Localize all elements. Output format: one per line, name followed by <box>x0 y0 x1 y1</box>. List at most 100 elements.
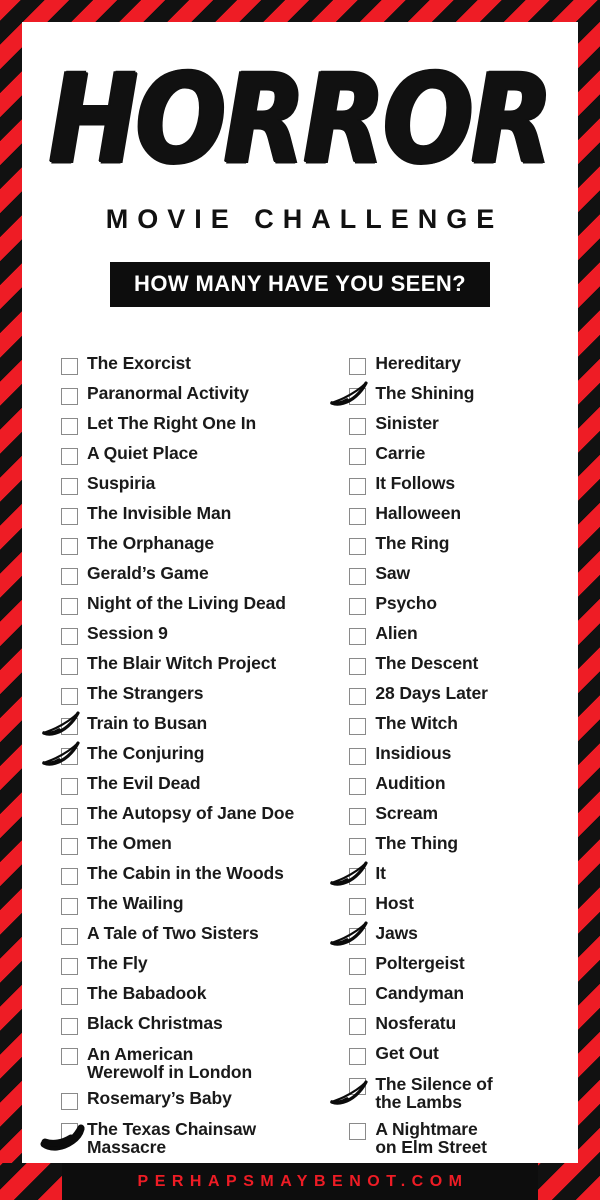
checklist-item[interactable]: Paranormal Activity <box>61 382 310 412</box>
checklist-item[interactable]: Candyman <box>349 982 578 1012</box>
checkbox-unchecked[interactable] <box>349 568 367 585</box>
checklist-item[interactable]: Nosferatu <box>349 1012 578 1042</box>
checklist-item[interactable]: The Descent <box>349 652 578 682</box>
checkbox-checked[interactable] <box>61 1123 78 1140</box>
checklist-item[interactable]: Audition <box>349 772 578 802</box>
checkbox-unchecked[interactable] <box>61 958 78 975</box>
checklist-item[interactable]: The Strangers <box>61 682 310 712</box>
checkbox-unchecked[interactable] <box>349 718 367 735</box>
checklist-item[interactable]: Psycho <box>349 592 578 622</box>
checkbox-unchecked[interactable] <box>61 838 78 855</box>
checkbox-unchecked[interactable] <box>61 988 78 1005</box>
checkbox-checked[interactable] <box>349 928 367 945</box>
checklist-item[interactable]: Jaws <box>330 921 578 952</box>
checkbox-unchecked[interactable] <box>61 658 78 675</box>
checklist-item[interactable]: The Wailing <box>61 892 310 922</box>
checkbox-unchecked[interactable] <box>61 778 78 795</box>
checklist-item[interactable]: Session 9 <box>61 622 310 652</box>
checkbox-unchecked[interactable] <box>349 688 367 705</box>
checklist-item[interactable]: The Exorcist <box>61 352 310 382</box>
checklist-item[interactable]: Scream <box>349 802 578 832</box>
checklist-item[interactable]: The Omen <box>61 832 310 862</box>
checkbox-unchecked[interactable] <box>61 928 78 945</box>
checkbox-unchecked[interactable] <box>61 418 78 435</box>
checklist-item[interactable]: Carrie <box>349 442 578 472</box>
checkbox-unchecked[interactable] <box>61 688 78 705</box>
checklist-item[interactable]: The Ring <box>349 532 578 562</box>
checkbox-unchecked[interactable] <box>61 538 78 555</box>
checkbox-unchecked[interactable] <box>349 628 367 645</box>
checklist-item[interactable]: Suspiria <box>61 472 310 502</box>
checklist-item[interactable]: A Quiet Place <box>61 442 310 472</box>
checklist-item[interactable]: Sinister <box>349 412 578 442</box>
checkbox-checked[interactable] <box>349 868 367 885</box>
checkbox-unchecked[interactable] <box>349 1018 367 1035</box>
checkbox-unchecked[interactable] <box>61 1048 78 1065</box>
checkbox-checked[interactable] <box>349 388 367 405</box>
checkbox-unchecked[interactable] <box>61 1018 78 1035</box>
checkbox-unchecked[interactable] <box>349 988 367 1005</box>
checkbox-unchecked[interactable] <box>61 388 78 405</box>
checklist-item[interactable]: Hereditary <box>349 352 578 382</box>
checkbox-unchecked[interactable] <box>61 1093 78 1110</box>
checklist-item[interactable]: Get Out <box>349 1042 578 1072</box>
checklist-item[interactable]: Let The Right One In <box>61 412 310 442</box>
checklist-item[interactable]: The Babadook <box>61 982 310 1012</box>
checklist-item[interactable]: 28 Days Later <box>349 682 578 712</box>
checklist-item[interactable]: Rosemary’s Baby <box>61 1087 310 1117</box>
checkbox-unchecked[interactable] <box>349 598 367 615</box>
checklist-item[interactable]: A Nightmare on Elm Street <box>349 1117 578 1162</box>
checkbox-unchecked[interactable] <box>349 778 367 795</box>
checkbox-unchecked[interactable] <box>61 628 78 645</box>
checklist-item[interactable]: The Invisible Man <box>61 502 310 532</box>
checklist-item[interactable]: The Silence of the Lambs <box>330 1072 578 1117</box>
checkbox-unchecked[interactable] <box>349 478 367 495</box>
checkbox-checked[interactable] <box>61 748 78 765</box>
checklist-item[interactable]: The Orphanage <box>61 532 310 562</box>
checklist-item[interactable]: The Autopsy of Jane Doe <box>61 802 310 832</box>
checklist-item[interactable]: Insidious <box>349 742 578 772</box>
checkbox-unchecked[interactable] <box>61 358 78 375</box>
checklist-item[interactable]: Gerald’s Game <box>61 562 310 592</box>
checkbox-unchecked[interactable] <box>61 448 78 465</box>
checkbox-unchecked[interactable] <box>61 568 78 585</box>
checklist-item[interactable]: Alien <box>349 622 578 652</box>
checkbox-unchecked[interactable] <box>349 358 367 375</box>
checklist-item[interactable]: The Fly <box>61 952 310 982</box>
checklist-item[interactable]: Host <box>349 892 578 922</box>
checklist-item[interactable]: It Follows <box>349 472 578 502</box>
checkbox-unchecked[interactable] <box>349 838 367 855</box>
checkbox-unchecked[interactable] <box>61 598 78 615</box>
checkbox-unchecked[interactable] <box>349 898 367 915</box>
checklist-item[interactable]: The Blair Witch Project <box>61 652 310 682</box>
checkbox-unchecked[interactable] <box>61 868 78 885</box>
checklist-item[interactable]: Poltergeist <box>349 952 578 982</box>
checkbox-unchecked[interactable] <box>349 658 367 675</box>
checkbox-unchecked[interactable] <box>61 808 78 825</box>
checkbox-checked[interactable] <box>349 1078 367 1095</box>
checklist-item[interactable]: An American Werewolf in London <box>61 1042 310 1087</box>
checkbox-checked[interactable] <box>61 718 78 735</box>
checkbox-unchecked[interactable] <box>61 898 78 915</box>
checklist-item[interactable]: The Thing <box>349 832 578 862</box>
checklist-item[interactable]: Night of the Living Dead <box>61 592 310 622</box>
checklist-item[interactable]: The Texas Chainsaw Massacre <box>40 1117 310 1162</box>
checkbox-unchecked[interactable] <box>349 808 367 825</box>
checkbox-unchecked[interactable] <box>349 748 367 765</box>
checklist-item[interactable]: Halloween <box>349 502 578 532</box>
checklist-item[interactable]: A Tale of Two Sisters <box>61 922 310 952</box>
checklist-item[interactable]: The Witch <box>349 712 578 742</box>
checkbox-unchecked[interactable] <box>349 958 367 975</box>
checklist-item[interactable]: The Shining <box>330 381 578 412</box>
checklist-item[interactable]: It <box>330 861 578 892</box>
checkbox-unchecked[interactable] <box>349 418 367 435</box>
checklist-item[interactable]: The Cabin in the Woods <box>61 862 310 892</box>
checkbox-unchecked[interactable] <box>349 538 367 555</box>
checklist-item[interactable]: The Evil Dead <box>61 772 310 802</box>
checkbox-unchecked[interactable] <box>349 1123 367 1140</box>
checkbox-unchecked[interactable] <box>349 1048 367 1065</box>
checkbox-unchecked[interactable] <box>61 478 78 495</box>
checkbox-unchecked[interactable] <box>61 508 78 525</box>
checklist-item[interactable]: The Conjuring <box>42 741 310 772</box>
checkbox-unchecked[interactable] <box>349 508 367 525</box>
